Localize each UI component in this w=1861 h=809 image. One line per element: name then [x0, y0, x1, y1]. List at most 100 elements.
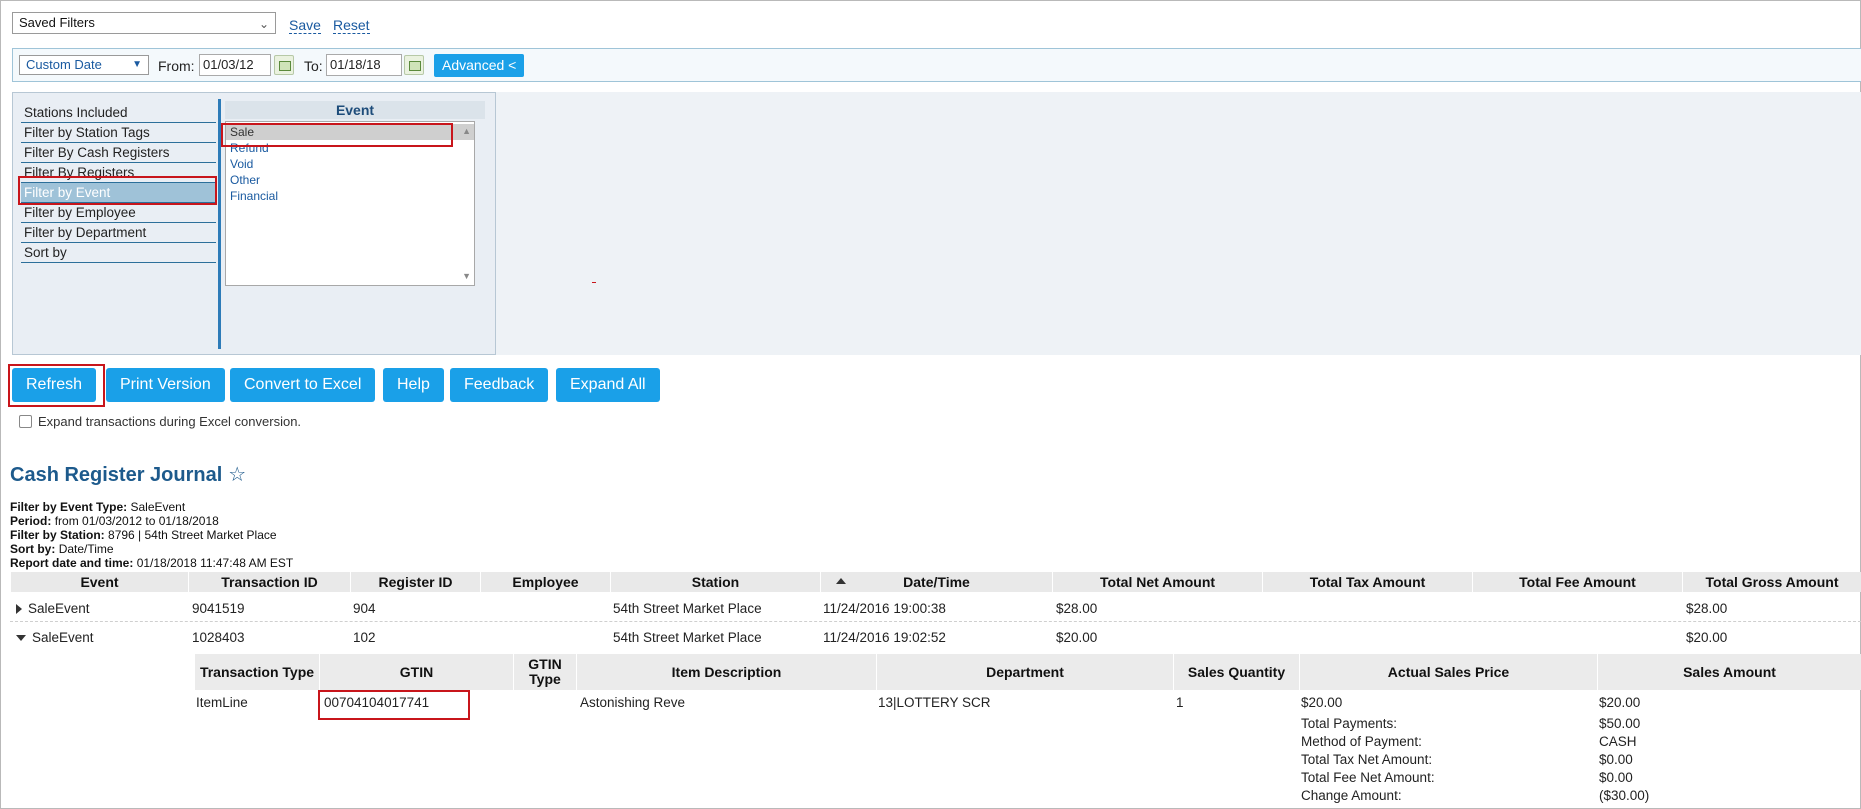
- summary-label: Total Tax Net Amount:: [1301, 752, 1433, 767]
- date-range-bar: Custom Date ▼ From: 01/03/12 To: 01/18/1…: [12, 48, 1861, 82]
- detail-col-type: Transaction Type: [194, 654, 319, 690]
- filter-item-department[interactable]: Filter by Department: [21, 223, 216, 243]
- stray-mark: [592, 282, 596, 283]
- convert-to-excel-button[interactable]: Convert to Excel: [230, 368, 376, 402]
- row-net: $20.00: [1056, 630, 1098, 645]
- from-label: From:: [158, 58, 195, 74]
- sort-ascending-icon: [836, 578, 846, 584]
- report-title: Cash Register Journal: [10, 464, 223, 486]
- detail-type: ItemLine: [196, 695, 248, 710]
- expand-row-icon[interactable]: [16, 604, 22, 614]
- summary-value: $0.00: [1599, 770, 1633, 785]
- saved-filters-value: Saved Filters: [19, 15, 95, 30]
- col-transaction-id[interactable]: Transaction ID: [188, 572, 350, 592]
- save-filter-link[interactable]: Save: [289, 18, 321, 34]
- feedback-button[interactable]: Feedback: [450, 368, 549, 402]
- meta-value: Date/Time: [58, 542, 114, 556]
- meta-label: Period:: [10, 514, 52, 528]
- detail-description: Astonishing Reve: [580, 695, 686, 710]
- summary-label: Total Fee Net Amount:: [1301, 770, 1435, 785]
- summary-label: Method of Payment:: [1301, 734, 1422, 749]
- from-date-input[interactable]: 01/03/12: [199, 54, 271, 76]
- saved-filters-select[interactable]: Saved Filters ⌄: [12, 12, 276, 34]
- to-label: To:: [304, 58, 323, 74]
- print-version-button[interactable]: Print Version: [106, 368, 225, 402]
- col-event[interactable]: Event: [10, 572, 188, 592]
- table-row[interactable]: SaleEvent 1028403 102 54th Street Market…: [10, 623, 1861, 651]
- event-option-void[interactable]: Void: [226, 156, 474, 172]
- meta-label: Sort by:: [10, 542, 56, 556]
- row-station: 54th Street Market Place: [613, 630, 762, 645]
- report-meta: Filter by Event Type: SaleEvent Period: …: [10, 500, 293, 570]
- detail-col-price: Actual Sales Price: [1299, 654, 1597, 690]
- col-register-id[interactable]: Register ID: [350, 572, 480, 592]
- scroll-up-icon[interactable]: ▲: [462, 126, 471, 136]
- meta-value: from 01/03/2012 to 01/18/2018: [54, 514, 219, 528]
- detail-table-header: Transaction Type GTIN GTIN Type Item Des…: [194, 654, 1861, 690]
- event-panel-title: Event: [225, 101, 485, 119]
- row-station: 54th Street Market Place: [613, 601, 762, 616]
- date-mode-select[interactable]: Custom Date ▼: [19, 55, 149, 75]
- advanced-toggle-button[interactable]: Advanced <: [434, 54, 525, 77]
- col-station[interactable]: Station: [610, 572, 820, 592]
- reset-filter-link[interactable]: Reset: [333, 18, 370, 34]
- from-calendar-icon[interactable]: [274, 55, 294, 75]
- highlight-gtin: [318, 690, 470, 720]
- row-event-cell[interactable]: SaleEvent: [16, 630, 94, 645]
- highlight-sale-option: [221, 123, 453, 147]
- detail-col-amount: Sales Amount: [1597, 654, 1861, 690]
- favorite-star-icon[interactable]: ☆: [228, 464, 246, 486]
- highlight-filter-by-event: [18, 176, 217, 205]
- date-mode-value: Custom Date: [26, 57, 102, 72]
- col-employee[interactable]: Employee: [480, 572, 610, 592]
- report-title-row: Cash Register Journal ☆: [10, 462, 246, 487]
- col-total-tax[interactable]: Total Tax Amount: [1262, 572, 1472, 592]
- col-total-gross[interactable]: Total Gross Amount: [1682, 572, 1861, 592]
- summary-value: ($30.00): [1599, 788, 1650, 803]
- detail-col-gtin-type: GTIN Type: [513, 654, 576, 690]
- summary-label: Change Amount:: [1301, 788, 1402, 803]
- filter-item-station-tags[interactable]: Filter by Station Tags: [21, 123, 216, 143]
- row-event: SaleEvent: [32, 630, 94, 645]
- meta-label: Filter by Station:: [10, 528, 105, 542]
- expand-excel-option: Expand transactions during Excel convers…: [19, 414, 301, 429]
- detail-amount: $20.00: [1599, 695, 1641, 710]
- detail-price: $20.00: [1301, 695, 1343, 710]
- to-date-input[interactable]: 01/18/18: [326, 54, 402, 76]
- meta-value: SaleEvent: [130, 500, 186, 514]
- meta-value: 8796 | 54th Street Market Place: [108, 528, 277, 542]
- event-option-financial[interactable]: Financial: [226, 188, 474, 204]
- help-button[interactable]: Help: [383, 368, 444, 402]
- summary-value: CASH: [1599, 734, 1637, 749]
- filter-item-stations[interactable]: Stations Included: [21, 103, 216, 123]
- filter-item-sort-by[interactable]: Sort by: [21, 243, 216, 263]
- highlight-refresh: [8, 364, 105, 407]
- collapse-row-icon[interactable]: [16, 635, 26, 641]
- table-row[interactable]: SaleEvent 9041519 904 54th Street Market…: [10, 594, 1861, 622]
- summary-label: Total Payments:: [1301, 716, 1398, 731]
- row-datetime: 11/24/2016 19:00:38: [823, 601, 946, 616]
- detail-col-gtin: GTIN: [319, 654, 513, 690]
- meta-label: Filter by Event Type:: [10, 500, 128, 514]
- event-option-other[interactable]: Other: [226, 172, 474, 188]
- detail-col-description: Item Description: [576, 654, 876, 690]
- summary-value: $0.00: [1599, 752, 1633, 767]
- row-event-cell[interactable]: SaleEvent: [16, 601, 90, 616]
- filter-item-employee[interactable]: Filter by Employee: [21, 203, 216, 223]
- row-txn-id: 1028403: [192, 630, 245, 645]
- to-calendar-icon[interactable]: [404, 55, 424, 75]
- scroll-down-icon[interactable]: ▼: [462, 271, 471, 281]
- expand-all-button[interactable]: Expand All: [556, 368, 660, 402]
- row-gross: $28.00: [1686, 601, 1728, 616]
- expand-excel-checkbox[interactable]: [19, 415, 32, 428]
- summary-value: $50.00: [1599, 716, 1641, 731]
- col-total-net[interactable]: Total Net Amount: [1052, 572, 1262, 592]
- meta-value: 01/18/2018 11:47:48 AM EST: [136, 556, 294, 570]
- col-datetime[interactable]: Date/Time: [820, 572, 1052, 592]
- col-total-fee[interactable]: Total Fee Amount: [1472, 572, 1682, 592]
- row-register-id: 102: [353, 630, 376, 645]
- detail-col-quantity: Sales Quantity: [1173, 654, 1299, 690]
- row-txn-id: 9041519: [192, 601, 245, 616]
- filter-item-cash-registers[interactable]: Filter By Cash Registers: [21, 143, 216, 163]
- expand-excel-label: Expand transactions during Excel convers…: [38, 414, 302, 429]
